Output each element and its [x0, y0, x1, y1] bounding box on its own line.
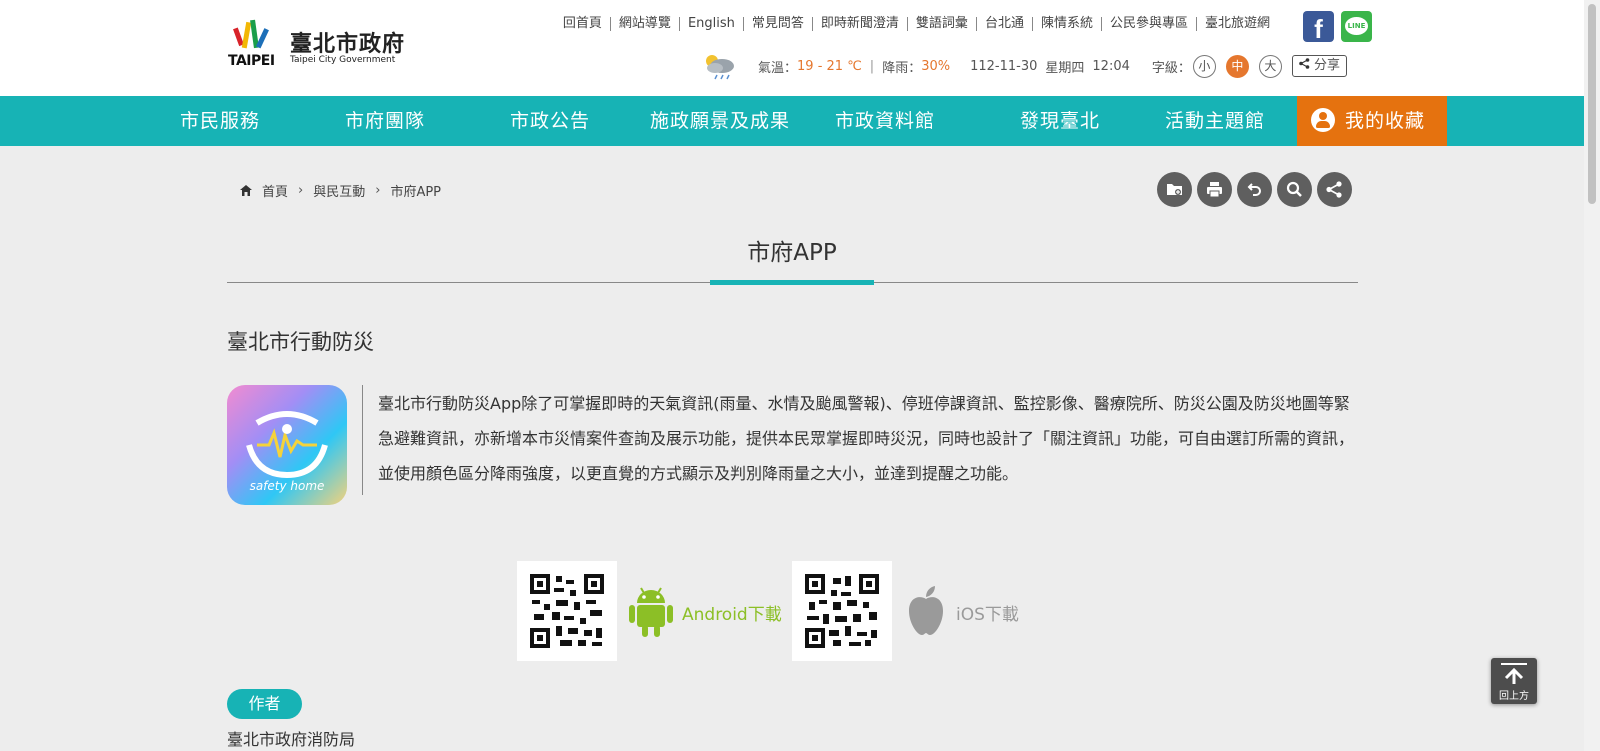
toplink-faq[interactable]: 常見問答	[742, 17, 812, 31]
back-arrow-icon	[1247, 183, 1261, 196]
app-description: 臺北市行動防災App除了可掌握即時的天氣資訊(雨量、水情及颱風警報)、停班停課資…	[378, 394, 1355, 483]
rain-value: 30%	[921, 58, 951, 74]
toplink-civic-participation[interactable]: 公民參與專區	[1100, 17, 1196, 31]
toplink-petition-system[interactable]: 陳情系統	[1031, 17, 1101, 31]
search-button[interactable]	[1277, 172, 1312, 207]
temperature-label: 氣溫：	[758, 60, 798, 76]
print-icon	[1207, 182, 1222, 198]
nav-event-themes[interactable]: 活動主題館	[1150, 96, 1280, 146]
breadcrumb-interaction[interactable]: 與民互動	[313, 181, 365, 200]
arrow-up-icon	[1501, 663, 1527, 684]
android-qr-code[interactable]	[517, 561, 617, 661]
back-button[interactable]	[1237, 172, 1272, 207]
toplink-bilingual-glossary[interactable]: 雙語詞彙	[906, 17, 976, 31]
description-divider	[362, 385, 363, 495]
back-to-top-label: 回上方	[1499, 691, 1529, 702]
toplink-home[interactable]: 回首頁	[555, 17, 610, 31]
title-accent-bar	[710, 280, 874, 285]
breadcrumb-separator-icon: ›	[298, 183, 304, 198]
my-favorites-label: 我的收藏	[1345, 110, 1426, 132]
top-links: 回首頁 網站導覽 English 常見問答 即時新聞澄清 雙語詞彙 台北通 陳情…	[555, 17, 1278, 31]
temperature-value: 19 - 21 ℃	[797, 58, 862, 74]
info-bar: 氣溫： 19 - 21 ℃ | 降雨： 30% 112-11-30 星期四 12…	[700, 54, 1348, 80]
print-button[interactable]	[1197, 172, 1232, 207]
back-to-top-button[interactable]: 回上方	[1491, 658, 1537, 704]
page-tools	[1157, 172, 1357, 207]
ios-qr-code[interactable]	[792, 561, 892, 661]
breadcrumb: 首頁 › 與民互動 › 市府APP	[240, 181, 441, 200]
breadcrumb-home[interactable]: 首頁	[262, 181, 288, 200]
app-icon: safety home	[227, 385, 347, 505]
author-badge: 作者	[227, 689, 302, 719]
site-logo[interactable]: TAIPEI 臺北市政府 Taipei City Government	[228, 18, 408, 70]
weather-cloud-rain-icon	[706, 55, 734, 80]
app-name: 臺北市行動防災	[227, 330, 374, 354]
share-label: 分享	[1314, 58, 1341, 73]
font-size-large-button[interactable]: 大	[1258, 54, 1282, 78]
toplink-travel[interactable]: 臺北旅遊網	[1195, 17, 1278, 31]
nav-vision-results[interactable]: 施政願景及成果	[635, 96, 805, 146]
share-tool-button[interactable]	[1317, 172, 1352, 207]
share-icon	[1326, 181, 1342, 198]
toplink-sitemap[interactable]: 網站導覽	[609, 17, 679, 31]
nav-city-team[interactable]: 市府團隊	[325, 96, 445, 146]
search-icon	[1286, 181, 1302, 197]
nav-announcements[interactable]: 市政公告	[490, 96, 610, 146]
font-size-medium-button[interactable]: 中	[1225, 54, 1249, 78]
breadcrumb-current: 市府APP	[390, 185, 442, 200]
date: 112-11-30	[970, 58, 1038, 74]
breadcrumb-separator-icon: ›	[375, 183, 381, 198]
add-folder-button[interactable]	[1157, 172, 1192, 207]
nav-data-center[interactable]: 市政資料館	[820, 96, 950, 146]
share-button[interactable]: 分享	[1291, 55, 1348, 77]
qr-code-icon	[530, 574, 604, 648]
nav-discover-taipei[interactable]: 發現臺北	[1000, 96, 1120, 146]
toplink-taipei-pass[interactable]: 台北通	[975, 17, 1032, 31]
time: 12:04	[1092, 58, 1130, 74]
logo-taipei-text: TAIPEI	[228, 53, 275, 69]
rain-label: 降雨：	[882, 60, 922, 76]
nav-citizen-services[interactable]: 市民服務	[160, 96, 280, 146]
android-icon[interactable]	[628, 585, 674, 637]
toplink-english[interactable]: English	[678, 17, 743, 31]
line-icon[interactable]: LINE	[1341, 11, 1372, 42]
my-favorites-button[interactable]: 我的收藏	[1297, 96, 1447, 146]
apple-icon[interactable]	[905, 585, 947, 637]
weekday: 星期四	[1045, 60, 1085, 76]
android-download-link[interactable]: Android下載	[682, 600, 782, 625]
logo-chinese-name: 臺北市政府	[290, 31, 406, 57]
line-icon-label: LINE	[1345, 17, 1368, 35]
share-icon	[1299, 58, 1310, 69]
facebook-icon[interactable]: f	[1303, 11, 1334, 44]
ios-download-link[interactable]: iOS下載	[956, 600, 1019, 625]
app-icon-label: safety home	[249, 479, 325, 493]
page-title: 市府APP	[747, 240, 837, 266]
page-scrollbar[interactable]	[1584, 0, 1600, 751]
scrollbar-thumb[interactable]	[1588, 4, 1596, 204]
author-name: 臺北市政府消防局	[227, 730, 356, 749]
font-size-label: 字級：	[1151, 60, 1191, 76]
toplink-news-clarification[interactable]: 即時新聞澄清	[811, 17, 907, 31]
site-header: TAIPEI 臺北市政府 Taipei City Government 回首頁 …	[0, 0, 1584, 96]
qr-code-icon	[805, 574, 879, 648]
home-icon	[240, 185, 252, 196]
logo-english-name: Taipei City Government	[290, 55, 396, 65]
main-nav: 市民服務 市府團隊 市政公告 施政願景及成果 市政資料館 發現臺北 活動主題館 …	[0, 96, 1584, 146]
folder-add-icon	[1167, 184, 1182, 195]
font-size-small-button[interactable]: 小	[1192, 54, 1216, 78]
user-icon	[1311, 108, 1335, 132]
